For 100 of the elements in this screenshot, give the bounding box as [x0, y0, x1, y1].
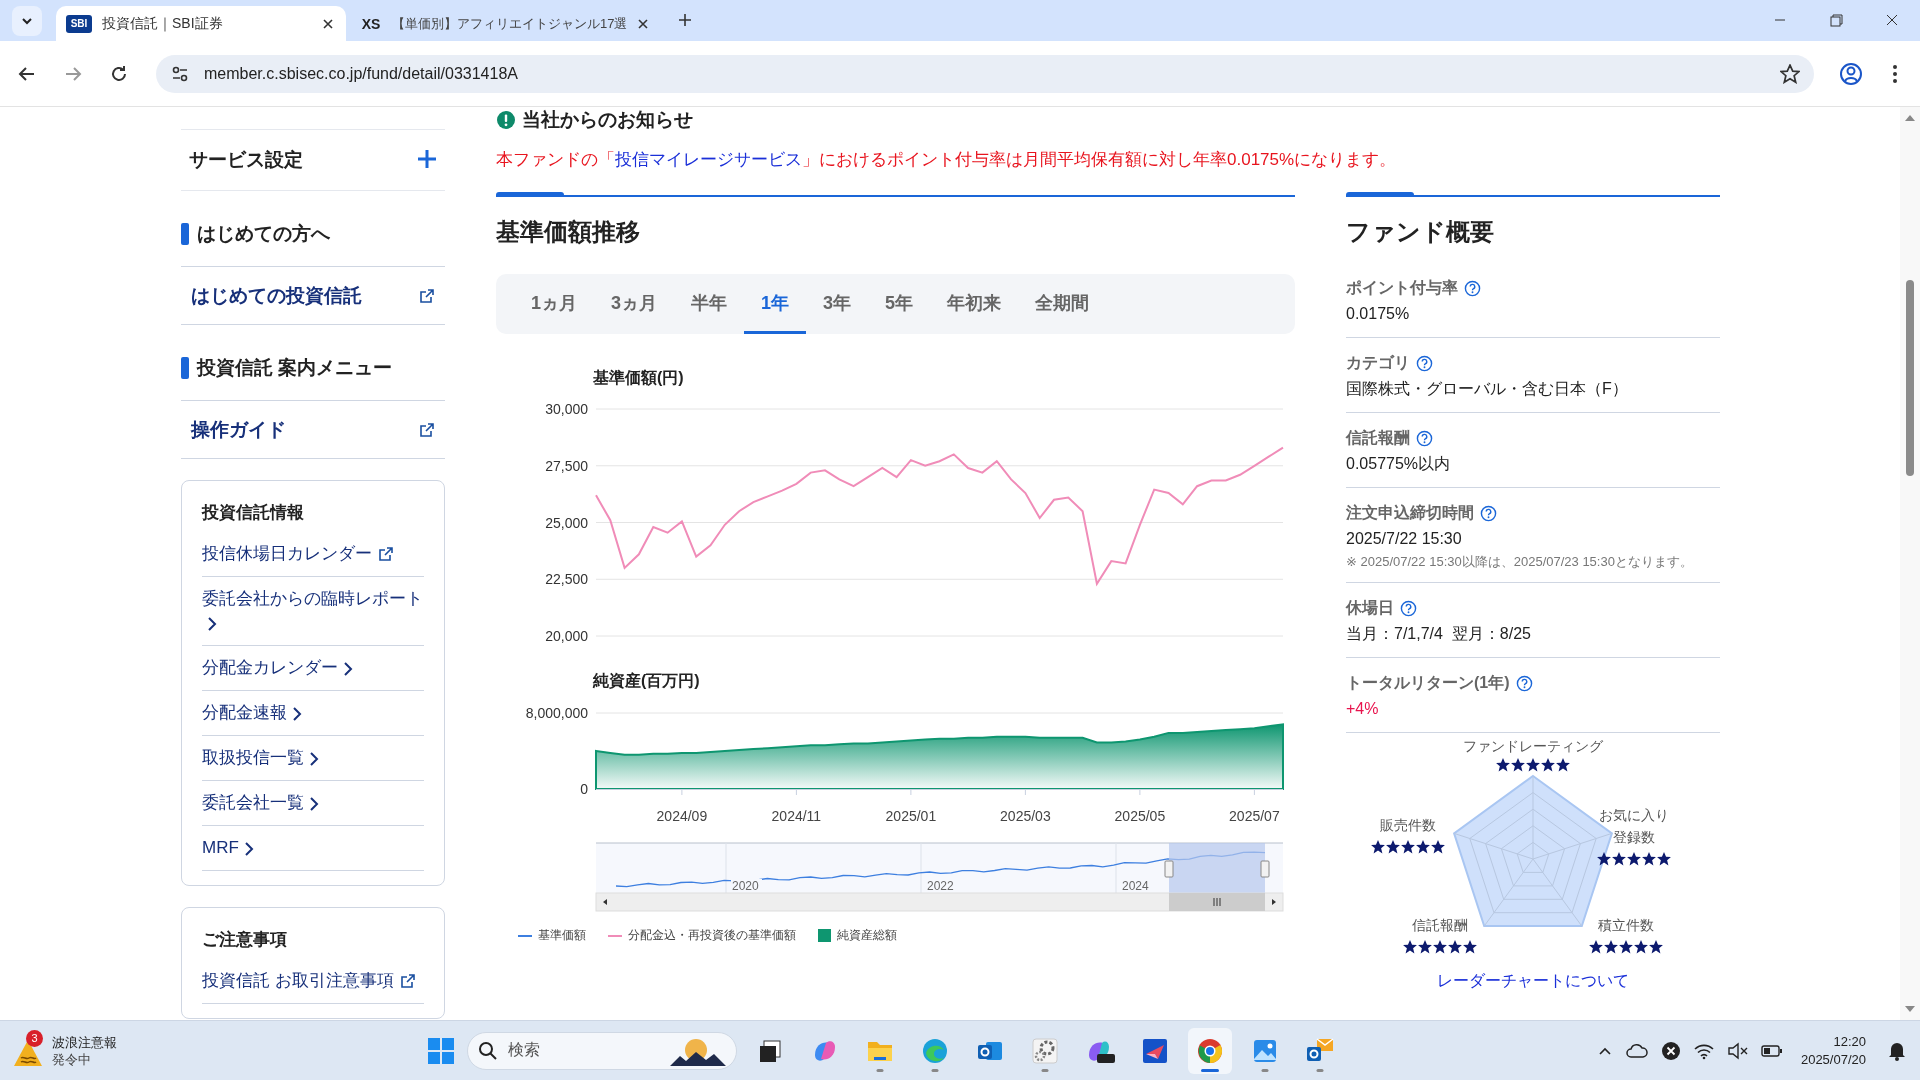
sidebar-link[interactable]: はじめての投資信託: [181, 267, 445, 325]
radar-help-link[interactable]: レーダーチャートについて: [1437, 970, 1629, 992]
star-icon: [1555, 757, 1571, 773]
axis-label: 22,500: [545, 571, 588, 588]
axis-label: 2025/03: [1000, 808, 1051, 824]
radar-label: 積立件数: [1597, 916, 1655, 935]
sidebar-link[interactable]: 委託会社からの臨時レポート: [202, 577, 424, 646]
notification-badge: 3: [26, 1029, 43, 1047]
url-text: member.c.sbisec.co.jp/fund/detail/0331418A: [204, 64, 519, 83]
star-icon: [1596, 851, 1612, 867]
clock[interactable]: 12:20 2025/07/20: [1800, 1032, 1866, 1069]
help-icon[interactable]: [1515, 674, 1533, 692]
period-tab[interactable]: 5年: [868, 274, 931, 334]
heading-marker: [181, 222, 189, 245]
favicon: SBI: [66, 14, 92, 33]
star-icon: [1588, 939, 1604, 955]
address-bar[interactable]: member.c.sbisec.co.jp/fund/detail/0331418A: [156, 54, 1814, 93]
period-tab[interactable]: 全期間: [1018, 274, 1107, 334]
legend-label[interactable]: 純資産総額: [837, 927, 897, 944]
star-icon: [1447, 939, 1463, 955]
tab-list-button[interactable]: [12, 6, 42, 36]
star-icon: [1417, 939, 1433, 955]
star-icon: [1385, 839, 1401, 855]
axis-label: 2025/05: [1114, 808, 1166, 824]
period-tab[interactable]: 3年: [806, 274, 869, 334]
cloud-icon[interactable]: [1624, 1041, 1649, 1060]
date-text: 2025/07/20: [1800, 1050, 1866, 1069]
heading-marker: [181, 356, 189, 379]
plane-icon: [1141, 1036, 1170, 1065]
legend-label[interactable]: 基準価額: [538, 927, 586, 944]
search-placeholder: 検索: [508, 1040, 542, 1060]
notice-title: 当社からのお知らせ: [522, 108, 693, 132]
sidebar-heading: 投資信託 案内メニュー: [197, 355, 393, 380]
field-label: トータルリターン(1年): [1346, 673, 1510, 693]
period-tab[interactable]: 3ヵ月: [594, 274, 675, 334]
period-tab[interactable]: 年初来: [930, 274, 1019, 334]
help-icon[interactable]: [1400, 599, 1417, 617]
tab-title: 【単価別】アフィリエイトジャンル17選: [392, 14, 628, 33]
scroll-thumb[interactable]: [1906, 280, 1914, 476]
sidebar-heading: サービス設定: [189, 148, 303, 172]
sidebar-link[interactable]: 投信休場日カレンダー: [202, 532, 424, 577]
sidebar-link[interactable]: 分配金速報: [202, 691, 424, 736]
axis-title: 純資産(百万円): [593, 672, 700, 689]
external-link-icon: [419, 421, 435, 438]
external-link-icon: [399, 973, 416, 989]
section-title: 基準価額推移: [496, 217, 641, 247]
chevron-icon: [342, 660, 354, 677]
axis-label: 2025/07: [1229, 808, 1280, 824]
sidebar-link[interactable]: 取扱投信一覧: [202, 736, 424, 781]
star-icon: [1370, 839, 1386, 855]
start-icon[interactable]: [426, 1035, 457, 1066]
search-field[interactable]: 検索: [467, 1031, 738, 1070]
star-icon: [1462, 939, 1478, 955]
close-icon[interactable]: [637, 17, 650, 30]
help-icon[interactable]: [1416, 429, 1433, 447]
search-icon: [478, 1040, 499, 1061]
star-icon: [1495, 757, 1511, 773]
sidebar-link[interactable]: 操作ガイド: [181, 401, 445, 459]
close-icon[interactable]: [322, 17, 334, 30]
legend-swatch: [818, 929, 831, 942]
close-circle-icon[interactable]: [1660, 1040, 1681, 1061]
browser-tab[interactable]: SBI 投資信託｜SBI証券: [56, 6, 346, 41]
range-scrollbar[interactable]: [595, 892, 1284, 912]
battery-icon[interactable]: [1760, 1043, 1783, 1058]
help-icon[interactable]: [1464, 279, 1481, 297]
notice-link[interactable]: 投信マイレージサービス: [615, 150, 802, 169]
axis-label: 2020: [732, 879, 759, 893]
scrollbar[interactable]: [1900, 107, 1920, 1020]
favicon: XS: [360, 14, 382, 33]
bookmark-star-icon[interactable]: [1780, 63, 1800, 84]
period-tab[interactable]: 半年: [674, 274, 745, 334]
field-label: カテゴリ: [1346, 353, 1410, 373]
sidebar-link[interactable]: 分配金カレンダー: [202, 646, 424, 691]
muted-speaker-icon[interactable]: [1726, 1041, 1749, 1060]
axis-label: 20,000: [545, 628, 588, 644]
axis-label: 2024/11: [771, 808, 822, 824]
range-handle[interactable]: [1260, 860, 1270, 878]
field-label: 休場日: [1346, 598, 1394, 618]
star-icon: [1540, 757, 1556, 773]
notice-text: 本ファンドの「投信マイレージサービス」におけるポイント付与率は月間平均保有額に対し年率0.0175%になります。: [496, 149, 1397, 171]
field-label: 信託報酬: [1346, 428, 1410, 448]
range-handle[interactable]: [1164, 860, 1174, 878]
browser-icon: [1196, 1036, 1225, 1065]
sidebar-link[interactable]: 委託会社一覧: [202, 781, 424, 826]
help-icon[interactable]: [1480, 504, 1497, 522]
sidebar-link[interactable]: MRF: [202, 826, 424, 871]
reload-icon: [109, 63, 129, 84]
legend-label[interactable]: 分配金込・再投資後の基準価額: [628, 927, 796, 944]
axis-label: 25,000: [545, 514, 588, 531]
chevron-icon: [242, 840, 255, 857]
alert-icon: [496, 110, 516, 130]
help-icon[interactable]: [1416, 354, 1433, 372]
axis-label: 27,500: [545, 457, 588, 474]
period-tab[interactable]: 1年: [744, 274, 807, 334]
browser-tab[interactable]: XS 【単価別】アフィリエイトジャンル17選: [350, 6, 662, 41]
sidebar-link[interactable]: 投資信託 お取引注意事項: [202, 959, 424, 1004]
radar-label: 販売件数: [1379, 816, 1437, 835]
radar-label: 信託報酬: [1411, 916, 1469, 935]
star-icon: [1633, 939, 1649, 955]
period-tab[interactable]: 1ヵ月: [514, 274, 594, 334]
